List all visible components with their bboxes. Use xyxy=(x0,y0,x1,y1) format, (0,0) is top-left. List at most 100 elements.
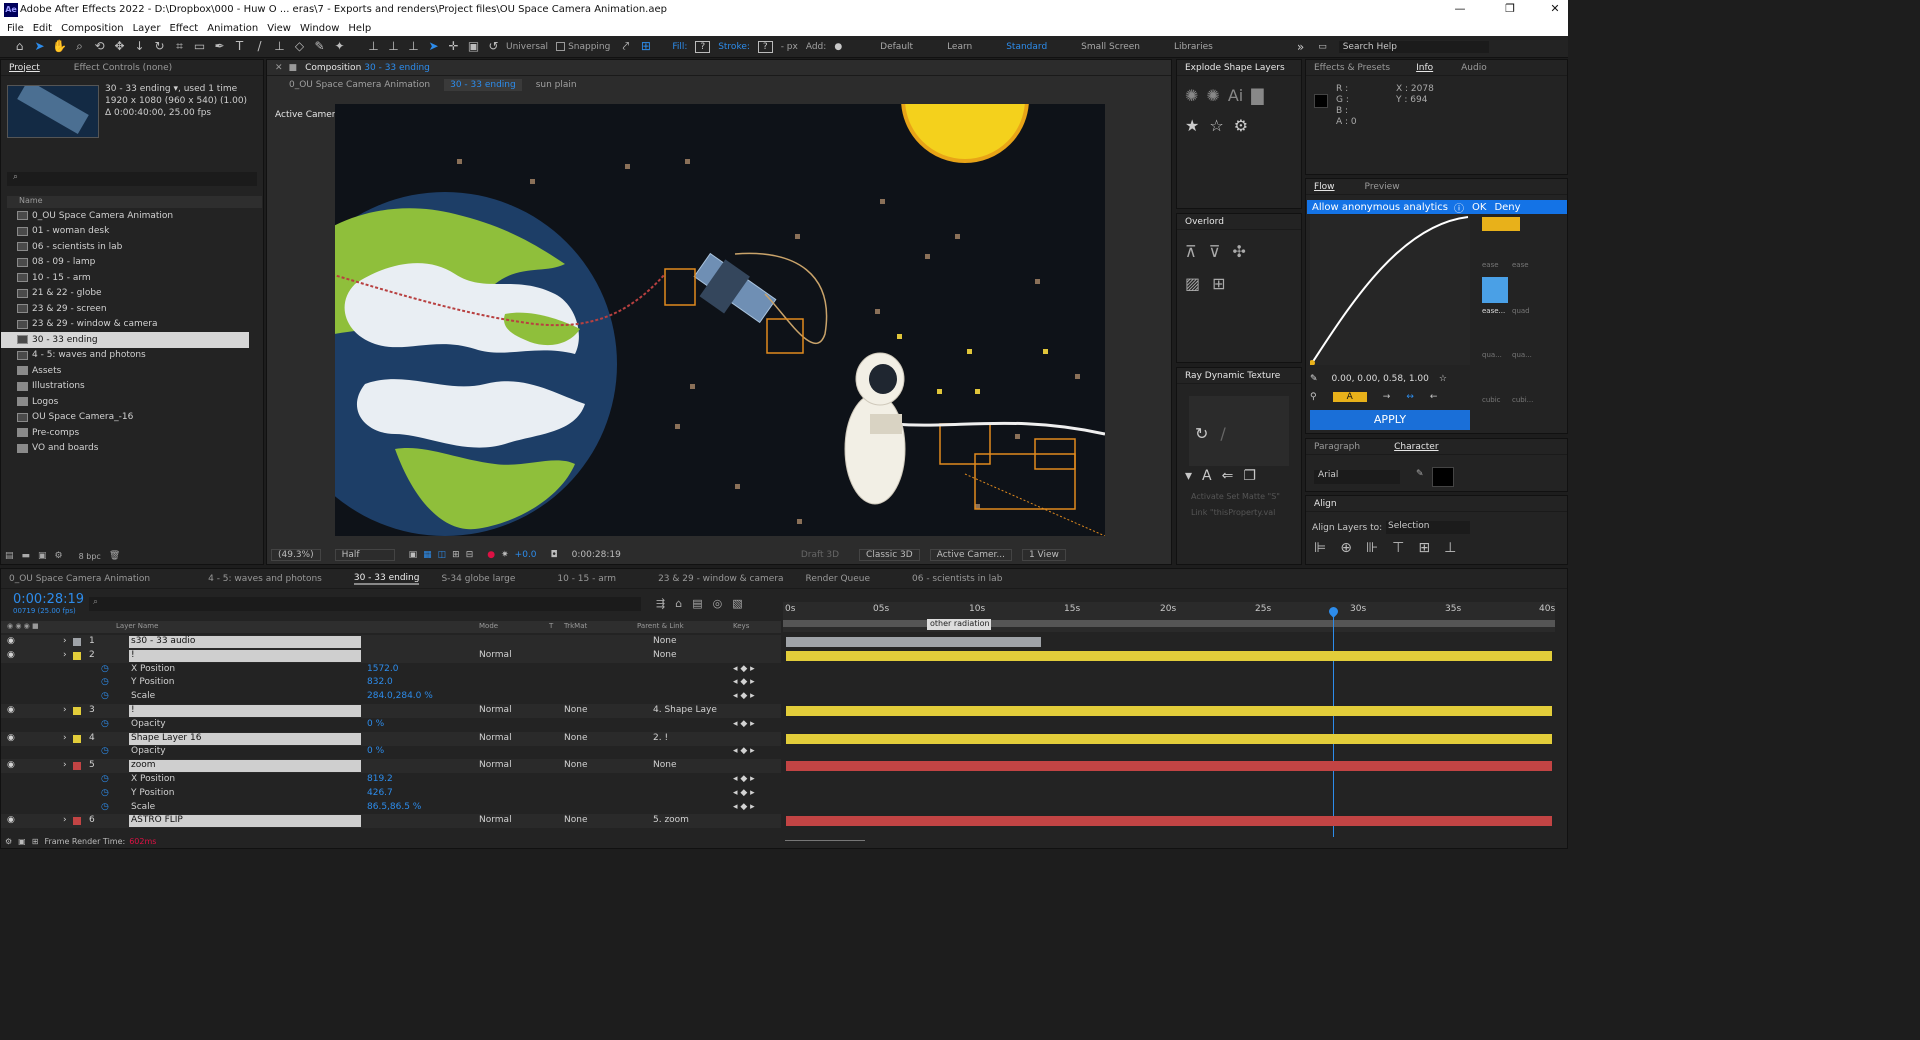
tab-effect-controls[interactable]: Effect Controls (none) xyxy=(74,63,172,73)
label-color-swatch[interactable] xyxy=(73,734,81,743)
align-to-dropdown[interactable]: Selection xyxy=(1386,521,1470,534)
zoom-slider[interactable] xyxy=(785,840,865,841)
breadcrumb-current[interactable]: 30 - 33 ending xyxy=(444,79,522,91)
align-hcenter-icon[interactable]: ⊕ xyxy=(1340,540,1352,556)
auto-button[interactable]: A xyxy=(1332,392,1367,402)
keyframe-navigator[interactable]: ◂ ◆ ▸ xyxy=(733,719,755,729)
ai-icon[interactable]: Ai xyxy=(1228,86,1243,105)
menu-edit[interactable]: Edit xyxy=(33,23,52,34)
stopwatch-icon[interactable]: ◷ xyxy=(101,746,109,756)
frame-icon[interactable]: ▭ xyxy=(1318,42,1327,52)
color-channel-icon[interactable]: ● xyxy=(487,550,495,560)
renderer-dropdown[interactable]: Classic 3D xyxy=(859,549,920,561)
property-row[interactable]: ◷ Y Position 832.0 ◂ ◆ ▸ xyxy=(1,676,781,690)
snap-grid-icon[interactable]: ⊞ xyxy=(638,39,653,54)
layer-name[interactable]: ASTRO FLIP xyxy=(129,815,361,828)
timeline-search-input[interactable]: ⌕ xyxy=(89,597,641,611)
out-icon[interactable]: → xyxy=(1383,392,1391,402)
motion-blur-icon[interactable]: ◎ xyxy=(713,597,723,610)
delete-icon[interactable]: 🗑 xyxy=(109,551,120,561)
layer-name[interactable]: Shape Layer 16 xyxy=(129,732,361,745)
timeline-tab[interactable]: 4 - 5: waves and photons xyxy=(208,574,322,584)
pull-icon[interactable]: ⊽ xyxy=(1209,242,1221,261)
analytics-deny[interactable]: Deny xyxy=(1494,202,1520,213)
curve-values[interactable]: 0.00, 0.00, 0.58, 1.00 xyxy=(1332,374,1429,384)
twirl-icon[interactable]: › xyxy=(63,636,67,646)
col-mode[interactable]: Mode xyxy=(479,622,498,630)
time-ruler[interactable]: 0s 05s 10s 15s 20s 25s 30s 35s 40s xyxy=(783,602,1555,632)
col-keys[interactable]: Keys xyxy=(733,622,749,630)
layer-name[interactable]: ! xyxy=(129,649,361,662)
copy-icon[interactable]: ❐ xyxy=(1243,468,1256,484)
property-row[interactable]: ◷ Scale 284.0,284.0 % ◂ ◆ ▸ xyxy=(1,690,781,704)
layer-name[interactable]: s30 - 33 audio xyxy=(129,636,361,648)
stopwatch-icon[interactable]: ◷ xyxy=(101,691,109,701)
col-layer-name[interactable]: Layer Name xyxy=(116,622,158,630)
comp-tab-prefix[interactable]: Composition xyxy=(305,63,361,73)
color-management-icon[interactable]: ✷ xyxy=(501,550,509,560)
toggle-switches-icon[interactable]: ⚙ xyxy=(5,837,12,846)
new-comp-icon[interactable]: ▣ xyxy=(38,551,47,561)
project-search-input[interactable]: ⌕ xyxy=(7,172,257,186)
new-folder-icon[interactable]: ▬ xyxy=(22,551,31,561)
fill-color-swatch[interactable] xyxy=(1432,467,1454,487)
parent-dropdown[interactable]: 5. zoom xyxy=(653,815,689,825)
tab-audio[interactable]: Audio xyxy=(1461,63,1487,73)
hand-tool-icon[interactable]: ✋ xyxy=(52,39,67,54)
twirl-icon[interactable]: › xyxy=(63,760,67,770)
shy-icon[interactable]: ⌂ xyxy=(675,597,682,610)
project-item-selected[interactable]: 30 - 33 ending xyxy=(1,332,249,348)
workspace-small-screen[interactable]: Small Screen xyxy=(1081,42,1140,52)
tab-effects-presets[interactable]: Effects & Presets xyxy=(1314,63,1390,73)
col-parent[interactable]: Parent & Link xyxy=(637,622,684,630)
workspace-standard[interactable]: Standard xyxy=(1006,42,1047,52)
timeline-tab[interactable]: 10 - 15 - arm xyxy=(557,574,616,584)
label-color-swatch[interactable] xyxy=(73,651,81,660)
info-icon[interactable]: ⓘ xyxy=(1454,200,1464,215)
grid-icon[interactable]: ⊞ xyxy=(452,550,460,560)
timeline-tab[interactable]: 23 & 29 - window & camera xyxy=(658,574,783,584)
transparency-grid-icon[interactable]: ▦ xyxy=(423,550,432,560)
project-item[interactable]: 08 - 09 - lamp xyxy=(1,255,249,271)
analytics-ok[interactable]: OK xyxy=(1472,202,1486,213)
comp-tab-name[interactable]: 30 - 33 ending xyxy=(364,63,430,73)
blend-mode-dropdown[interactable]: Normal xyxy=(479,760,539,770)
type-tool-icon[interactable]: T xyxy=(232,39,247,54)
layer-name[interactable]: ! xyxy=(129,705,361,717)
rotate-3d-icon[interactable]: ↺ xyxy=(486,39,501,54)
track-matte-dropdown[interactable]: None xyxy=(564,705,587,715)
menu-help[interactable]: Help xyxy=(348,23,371,34)
add-label[interactable]: Add: xyxy=(806,42,826,52)
layer-row[interactable]: ◉ › 2! Normal None xyxy=(1,648,1552,663)
interpret-footage-icon[interactable]: ▤ xyxy=(5,551,14,561)
tab-character[interactable]: Character xyxy=(1394,442,1438,452)
view-layout-dropdown[interactable]: 1 View xyxy=(1021,549,1066,561)
visibility-icon[interactable]: ◉ xyxy=(7,650,15,660)
project-item[interactable]: 10 - 15 - arm xyxy=(1,270,249,286)
keyframe-navigator[interactable]: ◂ ◆ ▸ xyxy=(733,802,755,812)
parent-dropdown[interactable]: None xyxy=(653,636,676,646)
property-value[interactable]: 426.7 xyxy=(367,788,393,798)
eraser-tool-icon[interactable]: ◇ xyxy=(292,39,307,54)
project-item[interactable]: 01 - woman desk xyxy=(1,224,249,240)
keyframe-navigator[interactable]: ◂ ◆ ▸ xyxy=(733,664,755,674)
gear-icon[interactable]: ⚙ xyxy=(1234,116,1248,135)
rectangle-tool-icon[interactable]: ▭ xyxy=(192,39,207,54)
property-row[interactable]: ◷ Opacity 0 % ◂ ◆ ▸ xyxy=(1,718,781,732)
puppet-pin-icon[interactable]: ✦ xyxy=(332,39,347,54)
draft-3d-toggle[interactable]: Draft 3D xyxy=(801,550,839,560)
toggle-modes-icon[interactable]: ▣ xyxy=(18,837,26,846)
comp-viewer[interactable] xyxy=(335,104,1105,536)
search-help-input[interactable]: Search Help xyxy=(1338,40,1489,53)
tab-info[interactable]: Info xyxy=(1416,63,1433,73)
label-color-swatch[interactable] xyxy=(73,762,81,771)
close-icon[interactable]: ✕ xyxy=(275,63,283,73)
property-value[interactable]: 1572.0 xyxy=(367,664,399,674)
align-right-icon[interactable]: ⊪ xyxy=(1366,540,1378,556)
label-color-swatch[interactable] xyxy=(73,817,81,826)
in-icon[interactable]: ← xyxy=(1430,392,1438,402)
align-bottom-icon[interactable]: ⊥ xyxy=(1444,540,1456,556)
scale-3d-icon[interactable]: ▣ xyxy=(466,39,481,54)
twirl-icon[interactable]: › xyxy=(63,815,67,825)
property-value[interactable]: 819.2 xyxy=(367,774,393,784)
